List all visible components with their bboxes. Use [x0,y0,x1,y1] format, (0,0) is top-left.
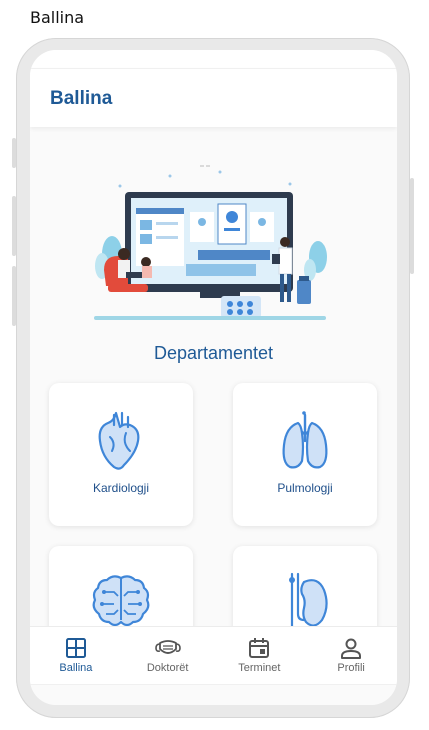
nav-item-ballina[interactable]: Ballina [30,627,122,685]
nav-label: Terminet [238,662,281,674]
department-label: Kardiologji [92,481,150,495]
frame-title: Ballina [30,8,85,27]
app-screen: Ballina Departamentet Kardiologji Pulmol… [30,50,397,705]
nav-label: Doktorët [146,662,189,674]
nav-label: Profili [337,662,365,674]
phone-button [12,196,16,256]
phone-button [12,138,16,168]
department-card-kardiologji[interactable]: Kardiologji [49,383,193,526]
hero-illustration [94,165,327,320]
lungs-icon [282,411,328,469]
calendar-icon [249,638,270,658]
section-title: Departamentet [153,343,274,363]
phone-button [410,178,414,274]
heart-icon [98,411,140,470]
nav-label: Ballina [59,662,93,674]
nav-item-terminet[interactable]: Terminet [214,627,306,685]
bottom-inset [30,684,397,705]
nav-item-profili[interactable]: Profili [305,627,397,685]
grid-icon [65,638,86,658]
bottom-navigation: Ballina Doktorët Terminet Profili [30,626,397,685]
phone-button [12,266,16,326]
mask-icon [154,640,181,654]
app-bar: Ballina [30,68,397,127]
status-bar [30,50,397,68]
page-title: Ballina [50,88,113,109]
department-card-pulmologji[interactable]: Pulmologji [233,383,377,526]
person-icon [341,638,362,659]
nav-item-doktoret[interactable]: Doktorët [122,627,214,685]
department-label: Pulmologji [277,481,333,495]
